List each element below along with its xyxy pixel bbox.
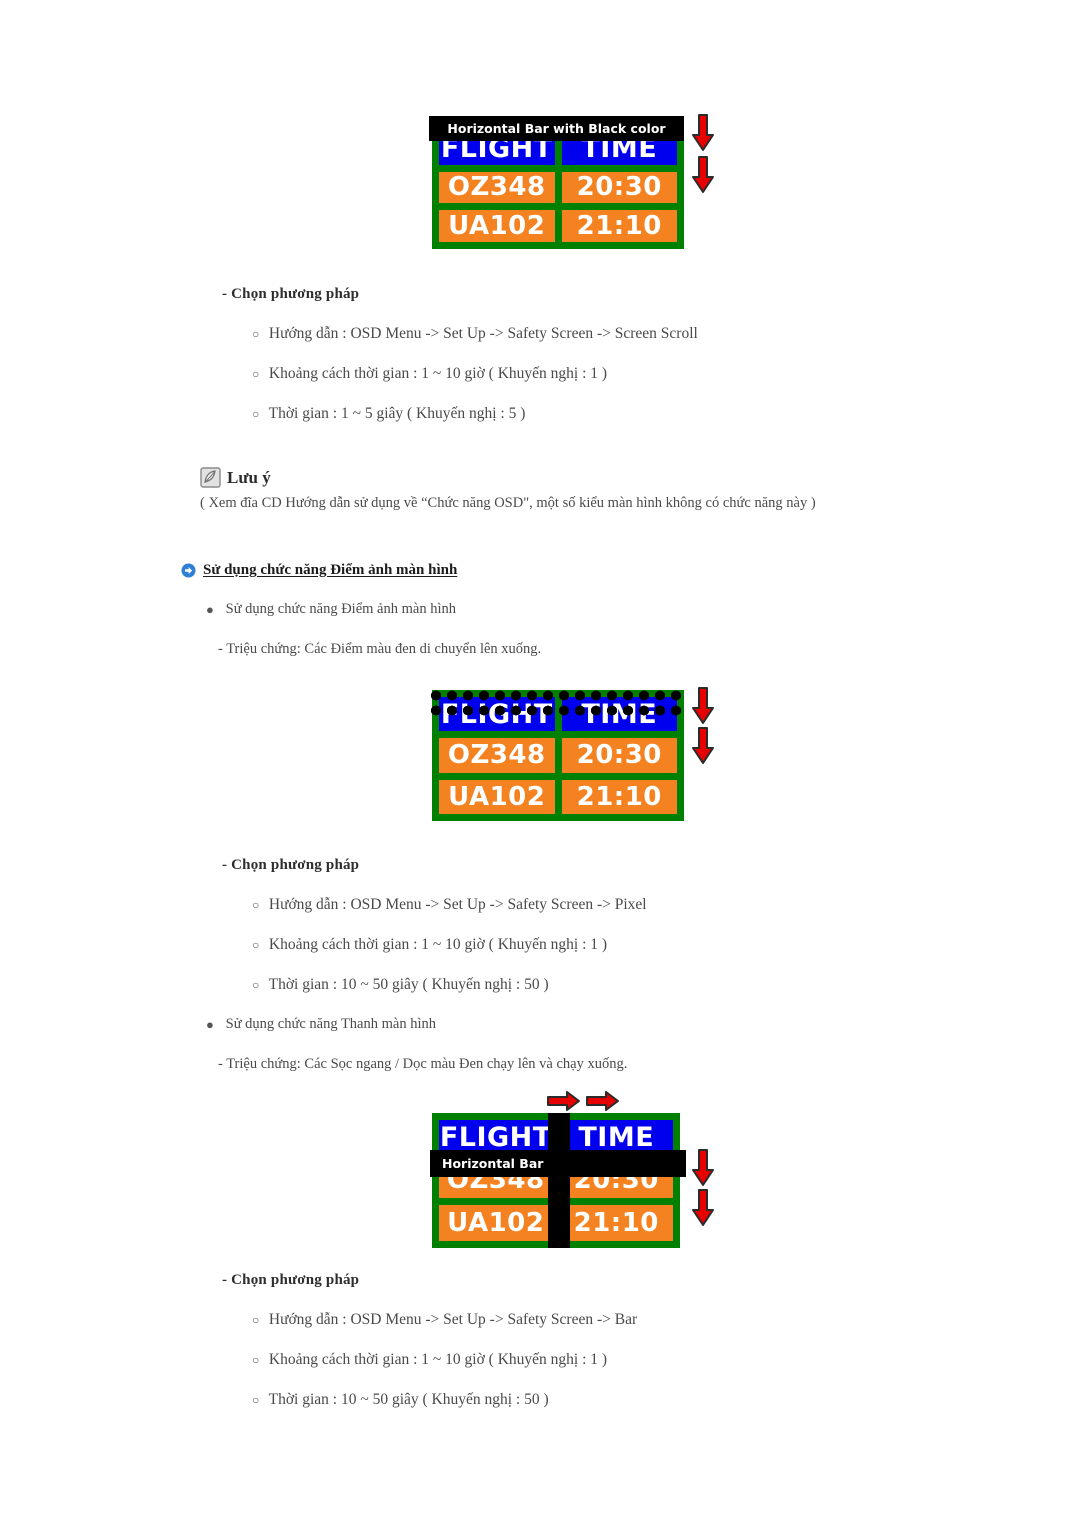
board-grid: FLIGHT TIME OZ348 20:30 UA102 21:10 [432, 126, 684, 249]
horizontal-black-bar-overlay-3: Horizontal Bar [430, 1150, 686, 1177]
bar-option-3-text: Thời gian : 10 ~ 50 giây ( Khuyến nghị :… [268, 1391, 549, 1408]
bar-arrow-right-icon-1 [546, 1090, 582, 1112]
section1-option-3: ○ Thời gian : 1 ~ 5 giây ( Khuyến nghị :… [252, 405, 525, 423]
pixel-arrow-down-icon-2 [690, 726, 716, 766]
open-circle-bullet-icon: ○ [252, 327, 260, 341]
note-block: Lưu ý ( Xem đĩa CD Hướng dẫn sử dụng về … [200, 467, 816, 512]
vertical-black-bar-overlay [548, 1113, 570, 1248]
blue-arrow-bullet-icon [181, 563, 196, 578]
section1-option-2: ○ Khoảng cách thời gian : 1 ~ 10 giờ ( K… [252, 365, 607, 383]
scroll-arrow-down-icon-2 [690, 155, 716, 195]
board-cell-flight-2: UA102 [439, 779, 555, 814]
board-cell-flight-2: UA102 [439, 1205, 553, 1241]
section1-option-1: ○ Hướng dẫn : OSD Menu -> Set Up -> Safe… [252, 325, 698, 343]
note-title-row: Lưu ý [200, 467, 816, 488]
board-cell-flight-2: UA102 [439, 210, 555, 242]
filled-dot-bullet-icon: ● [206, 1016, 214, 1032]
pixel-option-1-text: Hướng dẫn : OSD Menu -> Set Up -> Safety… [268, 896, 647, 913]
pixel-section-symptom: - Triệu chứng: Các Điểm màu đen di chuyể… [218, 641, 542, 657]
note-pencil-icon [200, 467, 221, 488]
bar-section-bullet-text: Sử dụng chức năng Thanh màn hình [225, 1016, 436, 1032]
pixel-section-bullet: ● Sử dụng chức năng Điểm ảnh màn hình [206, 601, 456, 618]
board-cell-time-1: 20:30 [561, 171, 677, 204]
scroll-arrow-down-icon-1 [690, 113, 716, 153]
open-circle-bullet-icon: ○ [252, 367, 260, 381]
open-circle-bullet-icon: ○ [252, 978, 260, 992]
open-circle-bullet-icon: ○ [252, 1313, 260, 1327]
section1-method-heading: - Chọn phương pháp [222, 286, 360, 302]
open-circle-bullet-icon: ○ [252, 1353, 260, 1367]
bar-arrow-right-icon-2 [585, 1090, 621, 1112]
bar-section-bullet: ● Sử dụng chức năng Thanh màn hình [206, 1016, 436, 1033]
pixel-section-heading: Sử dụng chức năng Điểm ảnh màn hình [181, 562, 457, 579]
pixel-section-heading-text: Sử dụng chức năng Điểm ảnh màn hình [203, 562, 458, 578]
bar-option-2: ○ Khoảng cách thời gian : 1 ~ 10 giờ ( K… [252, 1351, 607, 1369]
filled-dot-bullet-icon: ● [206, 601, 214, 617]
bar-arrow-down-icon-2 [690, 1188, 716, 1228]
bar-option-3: ○ Thời gian : 10 ~ 50 giây ( Khuyến nghị… [252, 1391, 549, 1409]
pixel-option-2-text: Khoảng cách thời gian : 1 ~ 10 giờ ( Khu… [268, 936, 608, 953]
open-circle-bullet-icon: ○ [252, 407, 260, 421]
flight-board-figure-1: FLIGHT TIME OZ348 20:30 UA102 21:10 [432, 126, 684, 249]
open-circle-bullet-icon: ○ [252, 898, 260, 912]
bar-section-symptom: - Triệu chứng: Các Sọc ngang / Dọc màu Đ… [218, 1056, 628, 1072]
bar-section-method-heading: - Chọn phương pháp [222, 1272, 360, 1288]
board-cell-time-2: 21:10 [561, 779, 677, 814]
pixel-arrow-down-icon-1 [690, 686, 716, 726]
pixel-section-method-heading: - Chọn phương pháp [222, 857, 360, 873]
pixel-option-1: ○ Hướng dẫn : OSD Menu -> Set Up -> Safe… [252, 896, 647, 914]
open-circle-bullet-icon: ○ [252, 1393, 260, 1407]
bar-option-1: ○ Hướng dẫn : OSD Menu -> Set Up -> Safe… [252, 1311, 637, 1329]
pixel-dots-overlay [428, 688, 686, 718]
board-cell-flight-1: OZ348 [439, 738, 555, 773]
board-cell-time-1: 20:30 [561, 738, 677, 773]
bar-option-2-text: Khoảng cách thời gian : 1 ~ 10 giờ ( Khu… [268, 1351, 608, 1368]
pixel-section-bullet-text: Sử dụng chức năng Điểm ảnh màn hình [225, 601, 456, 617]
pixel-option-3: ○ Thời gian : 10 ~ 50 giây ( Khuyến nghị… [252, 976, 549, 994]
bar-arrow-down-icon-1 [690, 1148, 716, 1188]
board-cell-time-2: 21:10 [559, 1205, 673, 1241]
bar-option-1-text: Hướng dẫn : OSD Menu -> Set Up -> Safety… [268, 1311, 638, 1328]
open-circle-bullet-icon: ○ [252, 938, 260, 952]
pixel-option-3-text: Thời gian : 10 ~ 50 giây ( Khuyến nghị :… [268, 976, 549, 993]
note-body-text: ( Xem đĩa CD Hướng dẫn sử dụng về “Chức … [200, 495, 816, 511]
board-cell-flight-1: OZ348 [439, 171, 555, 204]
pixel-option-2: ○ Khoảng cách thời gian : 1 ~ 10 giờ ( K… [252, 936, 607, 954]
horizontal-black-bar-overlay-1: Horizontal Bar with Black color [429, 116, 684, 141]
section1-option-3-text: Thời gian : 1 ~ 5 giây ( Khuyến nghị : 5… [268, 405, 526, 422]
section1-option-2-text: Khoảng cách thời gian : 1 ~ 10 giờ ( Khu… [268, 365, 608, 382]
section1-option-1-text: Hướng dẫn : OSD Menu -> Set Up -> Safety… [268, 325, 698, 342]
note-title-text: Lưu ý [227, 467, 271, 487]
board-cell-time-2: 21:10 [561, 210, 677, 242]
